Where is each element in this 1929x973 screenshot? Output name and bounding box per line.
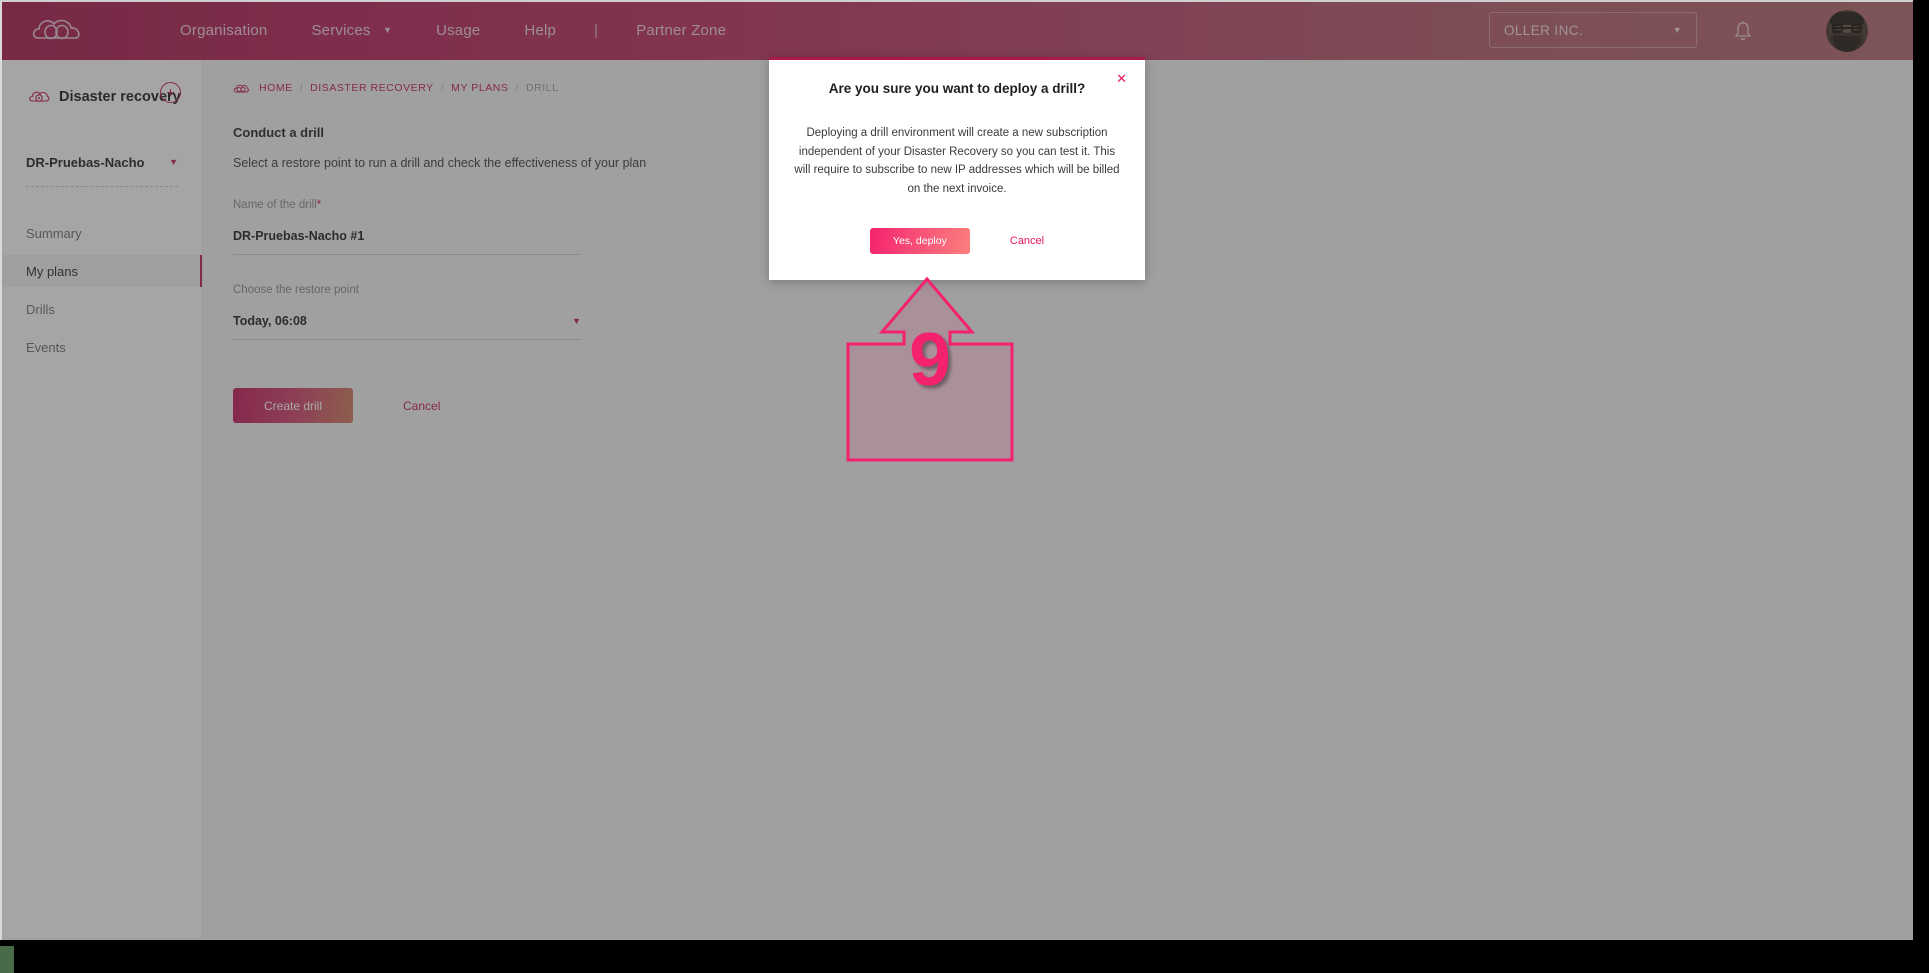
- sidebar-item-drills[interactable]: Drills: [2, 293, 202, 325]
- breadcrumb-separator: /: [440, 82, 445, 94]
- modal-cancel-button[interactable]: Cancel: [1010, 235, 1044, 247]
- sidebar-item-label: Summary: [26, 225, 82, 241]
- nav-item-partner-zone[interactable]: Partner Zone: [614, 22, 748, 39]
- cancel-link[interactable]: Cancel: [403, 399, 440, 413]
- sidebar-item-label: Events: [26, 339, 66, 355]
- organisation-name: OLLER INC.: [1504, 22, 1584, 38]
- nav-item-services[interactable]: Services ▼: [289, 22, 414, 39]
- sidebar-nav: Summary My plans Drills Events: [2, 217, 202, 363]
- window-edge-top: [0, 0, 1913, 2]
- sidebar-item-my-plans[interactable]: My plans: [2, 255, 202, 287]
- cloud-logo-icon[interactable]: [30, 12, 90, 48]
- breadcrumb-item-my-plans[interactable]: MY PLANS: [451, 82, 508, 94]
- sidebar: Disaster recovery + DR-Pruebas-Nacho ▼ S…: [2, 60, 203, 938]
- breadcrumb-separator: /: [515, 82, 519, 94]
- sidebar-item-label: My plans: [26, 263, 79, 279]
- nav-label: Partner Zone: [636, 21, 727, 39]
- chevron-down-icon: ▼: [169, 157, 178, 167]
- nav-label: Organisation: [180, 21, 268, 39]
- chevron-down-icon: ▼: [572, 316, 581, 326]
- nav-label: Help: [524, 21, 557, 39]
- restore-point-value: Today, 06:08: [233, 314, 307, 328]
- restore-point-select[interactable]: Today, 06:08 ▼: [233, 314, 581, 340]
- cloud-home-icon: [233, 83, 249, 94]
- modal-body-text: Deploying a drill environment will creat…: [794, 127, 1120, 195]
- nav-label: Services: [311, 21, 371, 39]
- nav-divider: |: [594, 21, 599, 39]
- main-nav: Organisation Services ▼ Usage Help | Par…: [158, 0, 748, 60]
- modal-actions: Yes, deploy Cancel: [769, 227, 1145, 254]
- notification-bell-icon[interactable]: [1733, 20, 1753, 42]
- drill-name-label-text: Name of the drill: [233, 199, 317, 211]
- breadcrumb-separator: /: [299, 82, 304, 94]
- disaster-recovery-icon: [28, 89, 50, 105]
- avatar-beard: [1833, 36, 1861, 52]
- form-actions: Create drill Cancel: [233, 388, 1913, 423]
- required-marker: *: [316, 199, 322, 211]
- nav-label: Usage: [436, 21, 481, 39]
- sidebar-divider: [26, 186, 178, 187]
- sidebar-item-label: Drills: [26, 301, 55, 317]
- nav-item-organisation[interactable]: Organisation: [158, 22, 289, 39]
- close-icon[interactable]: ✕: [1116, 72, 1127, 85]
- nav-item-help[interactable]: Help: [502, 22, 578, 39]
- yes-deploy-button[interactable]: Yes, deploy: [869, 227, 970, 254]
- top-navigation-bar: Organisation Services ▼ Usage Help | Par…: [0, 0, 1913, 60]
- restore-point-field-group: Choose the restore point Today, 06:08 ▼: [233, 284, 581, 340]
- nav-item-usage[interactable]: Usage: [414, 22, 502, 39]
- restore-point-label: Choose the restore point: [233, 284, 359, 296]
- breadcrumb-item-home[interactable]: HOME: [259, 82, 293, 94]
- drill-name-label: Name of the drill*: [233, 199, 581, 211]
- drill-name-value: DR-Pruebas-Nacho #1: [233, 229, 365, 243]
- drill-name-field-group: Name of the drill* DR-Pruebas-Nacho #1: [233, 199, 581, 255]
- add-plan-button[interactable]: +: [160, 82, 181, 103]
- window-shadow-right: [1913, 6, 1929, 973]
- breadcrumb-item-drill: DRILL: [525, 82, 559, 94]
- window-edge-left: [0, 0, 2, 940]
- deploy-drill-confirmation-modal: ✕ Are you sure you want to deploy a dril…: [769, 57, 1145, 280]
- create-drill-button[interactable]: Create drill: [233, 388, 353, 423]
- sidebar-item-summary[interactable]: Summary: [2, 217, 202, 249]
- application-window: Organisation Services ▼ Usage Help | Par…: [0, 0, 1913, 940]
- modal-title: Are you sure you want to deploy a drill?: [828, 81, 1086, 96]
- breadcrumb-item-disaster-recovery[interactable]: DISASTER RECOVERY: [310, 82, 434, 94]
- chevron-down-icon: ▼: [1672, 25, 1682, 35]
- window-shadow-bottom: [6, 940, 1929, 973]
- plan-selector-value: DR-Pruebas-Nacho: [26, 154, 145, 170]
- organisation-selector[interactable]: OLLER INC. ▼: [1489, 12, 1697, 48]
- desktop-background-sliver: [0, 946, 14, 973]
- chevron-down-icon: ▼: [382, 24, 393, 35]
- plan-selector[interactable]: DR-Pruebas-Nacho ▼: [26, 150, 178, 174]
- avatar-glasses-bridge: [1832, 27, 1862, 35]
- drill-name-input[interactable]: DR-Pruebas-Nacho #1: [233, 229, 581, 255]
- sidebar-item-events[interactable]: Events: [2, 331, 202, 363]
- avatar[interactable]: [1826, 10, 1868, 52]
